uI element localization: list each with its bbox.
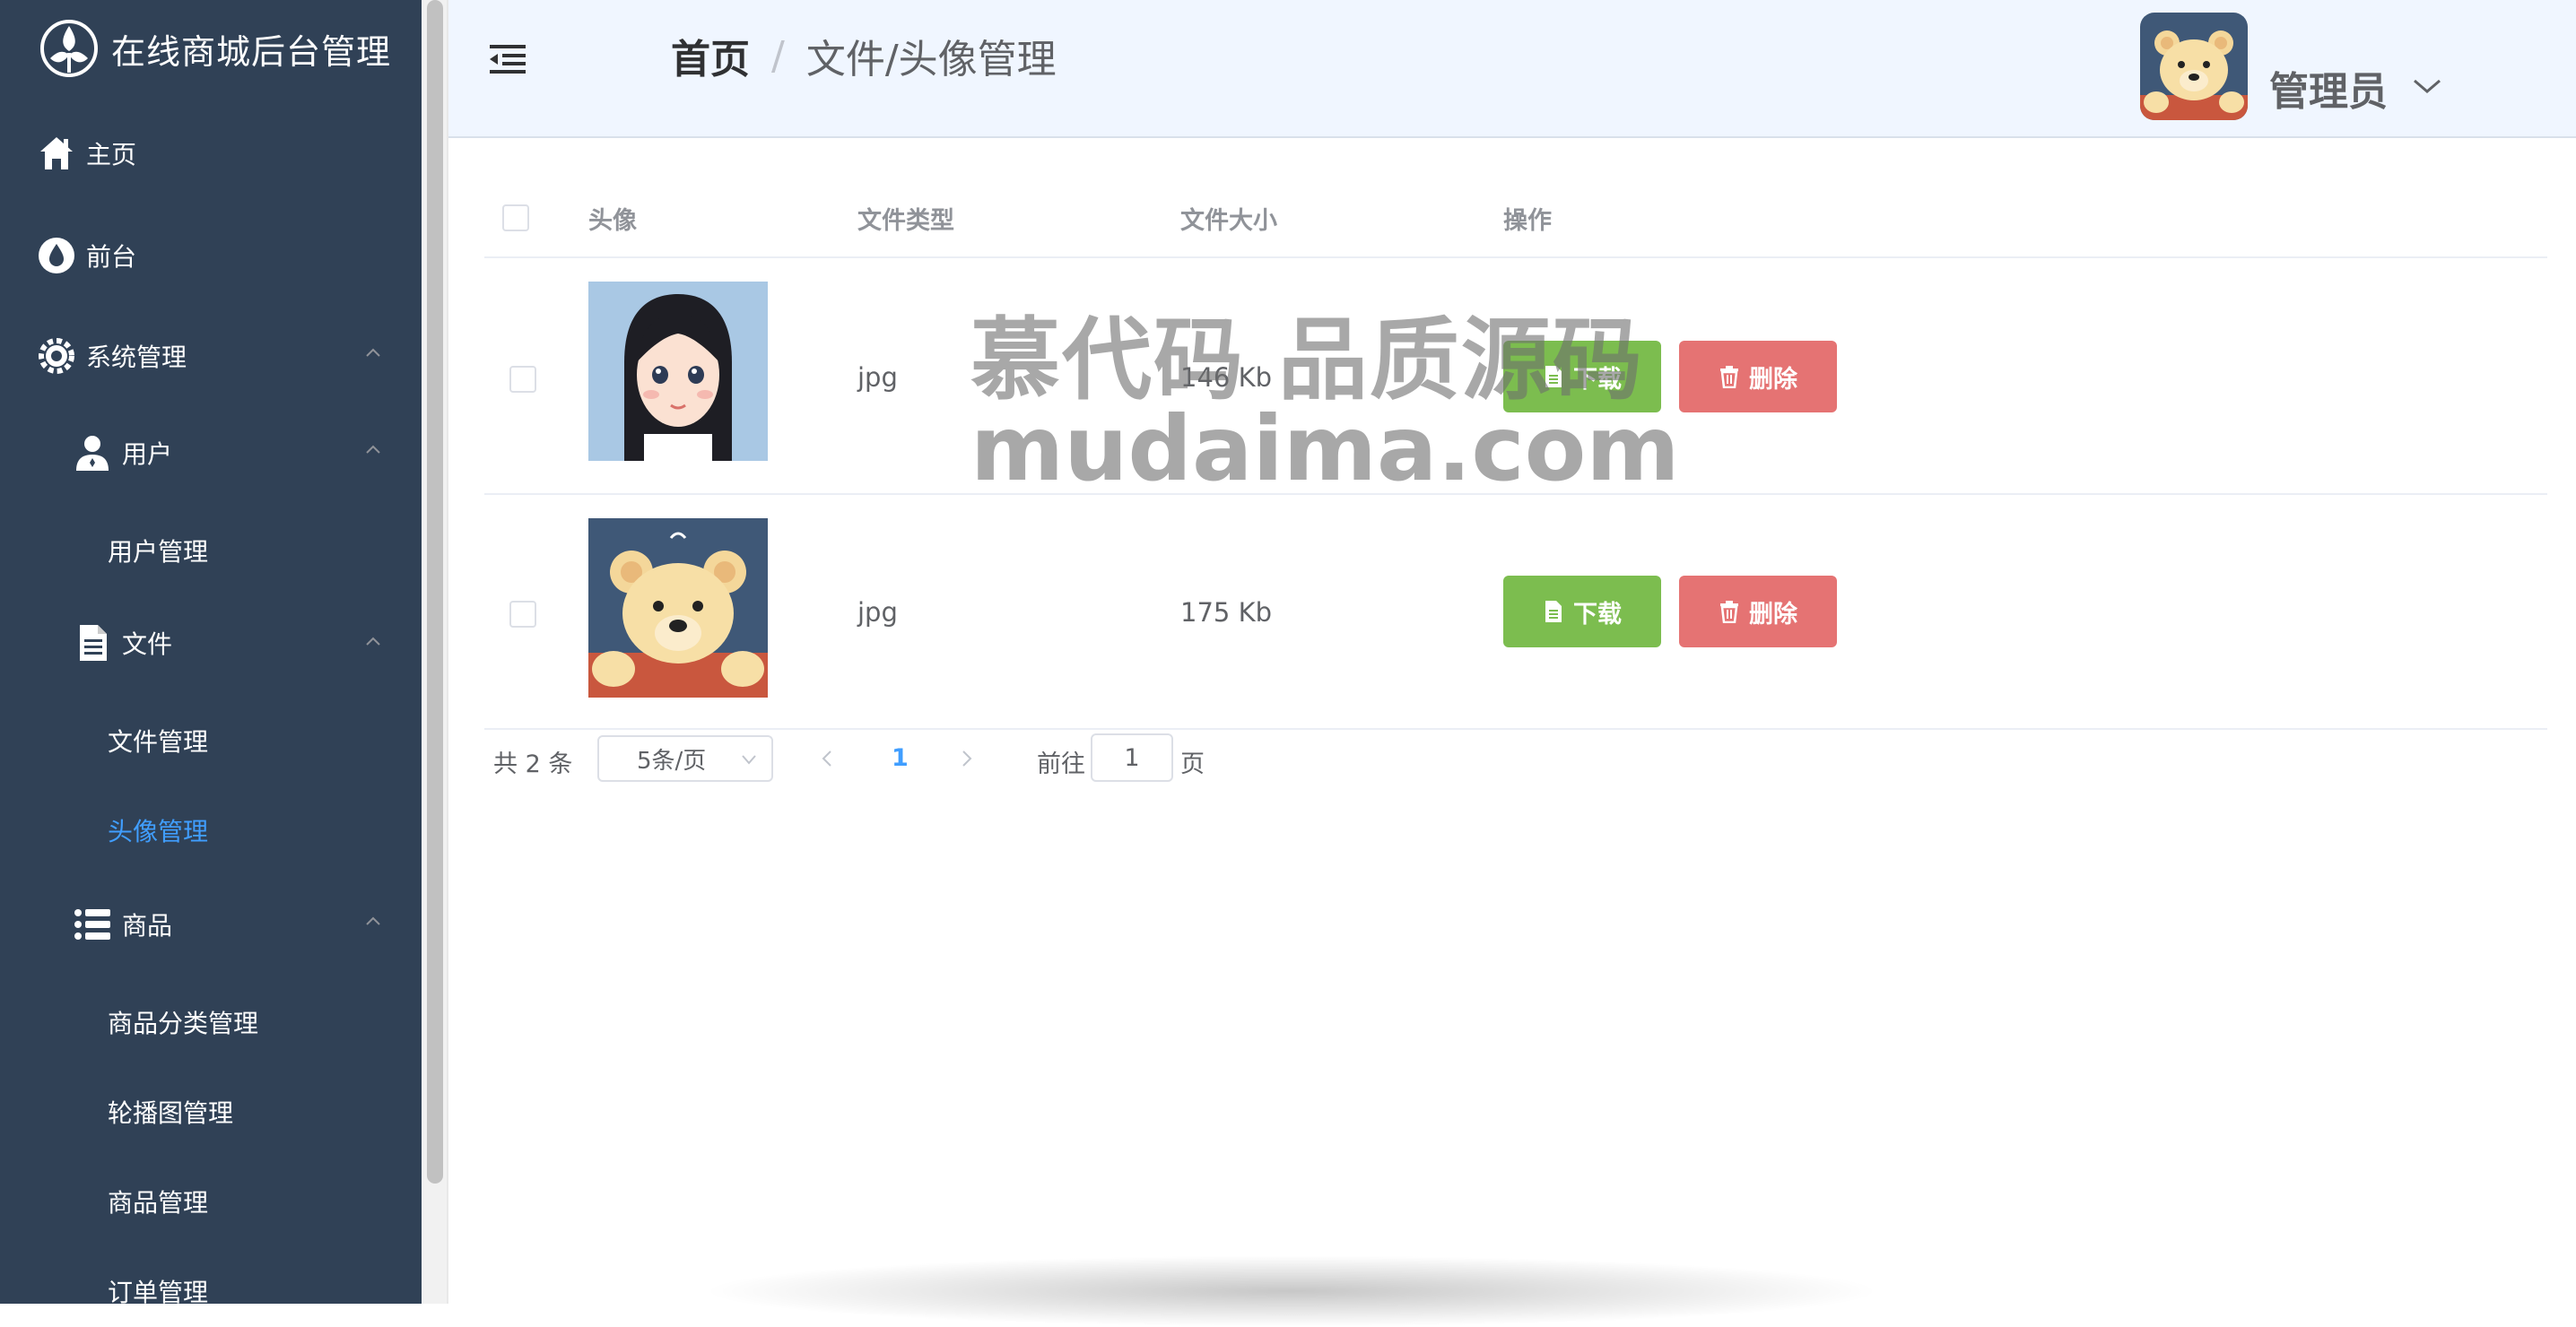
trash-icon [1720, 601, 1738, 623]
delete-button[interactable]: 删除 [1679, 341, 1837, 412]
divider [447, 0, 448, 1304]
bottom-shadow [700, 1255, 1884, 1327]
sidebar-scrollbar-thumb[interactable] [427, 0, 443, 1184]
menu-toggle-icon[interactable] [490, 43, 526, 75]
home-icon [36, 133, 77, 174]
document-icon [72, 622, 113, 664]
goto-page-input[interactable]: 1 [1091, 733, 1173, 782]
file-size: 175 Kb [1180, 597, 1272, 628]
sidebar-item-user-management[interactable]: 用户管理 [108, 533, 208, 568]
chevron-up-icon [366, 348, 380, 357]
file-type: jpg [857, 362, 898, 393]
chevron-down-icon [742, 755, 756, 765]
gear-icon [36, 335, 77, 377]
column-header-actions: 操作 [1503, 207, 1552, 235]
user-icon [72, 432, 113, 473]
page-number[interactable]: 1 [892, 744, 909, 772]
document-icon [1545, 601, 1562, 622]
sidebar-item-label: 文件 [122, 629, 173, 659]
select-all-checkbox[interactable] [502, 204, 529, 231]
sidebar-item-avatar-management[interactable]: 头像管理 [108, 812, 208, 848]
logo-icon [40, 20, 98, 77]
prev-page-icon[interactable] [818, 748, 836, 769]
column-header-size: 文件大小 [1180, 207, 1277, 235]
file-type: jpg [857, 597, 898, 628]
delete-label: 删除 [1749, 365, 1797, 394]
sidebar-item-order-management[interactable]: 订单管理 [108, 1273, 208, 1309]
row-checkbox[interactable] [509, 366, 536, 393]
avatar-thumbnail[interactable] [588, 282, 768, 461]
chevron-up-icon [366, 916, 380, 925]
delete-label: 删除 [1749, 600, 1797, 629]
row-checkbox[interactable] [509, 601, 536, 628]
sidebar-item-label: 系统管理 [86, 343, 187, 372]
chevron-up-icon [366, 445, 380, 454]
chevron-down-icon[interactable] [2411, 75, 2443, 97]
chevron-up-icon [366, 637, 380, 646]
sidebar-item-carousel-management[interactable]: 轮播图管理 [108, 1094, 233, 1130]
breadcrumb-separator: / [771, 32, 785, 79]
avatar-thumbnail[interactable] [588, 518, 768, 698]
sidebar-item-category-management[interactable]: 商品分类管理 [108, 1004, 258, 1040]
sidebar-item-goods[interactable]: 商品 [72, 904, 172, 945]
sidebar-item-label: 前台 [86, 242, 137, 272]
sidebar-item-frontend[interactable]: 前台 [36, 235, 136, 276]
sidebar-item-label: 商品 [122, 911, 173, 941]
brand[interactable]: 在线商城后台管理 [39, 14, 391, 82]
divider [484, 728, 2547, 730]
breadcrumb: 首页 / 文件/头像管理 [671, 27, 1057, 84]
sidebar-item-label: 用户 [122, 439, 173, 469]
app-title: 在线商城后台管理 [111, 31, 392, 72]
sidebar: 在线商城后台管理 主页 前台 系统管理 用户 用户管理 文件 文件管理 头像管理… [0, 0, 422, 1307]
sidebar-item-goods-management[interactable]: 商品管理 [108, 1184, 208, 1219]
download-button[interactable]: 下载 [1503, 576, 1661, 647]
pagination-total: 共 2 条 [493, 750, 573, 778]
drop-icon [36, 235, 77, 276]
breadcrumb-current: 文件/头像管理 [805, 37, 1057, 82]
sidebar-item-home[interactable]: 主页 [36, 133, 136, 174]
delete-button[interactable]: 删除 [1679, 576, 1837, 647]
page-size-value: 5条/页 [637, 747, 707, 775]
sidebar-item-system[interactable]: 系统管理 [36, 335, 187, 377]
goto-suffix: 页 [1180, 750, 1205, 778]
trash-icon [1720, 366, 1738, 388]
column-header-avatar: 头像 [588, 207, 637, 235]
next-page-icon[interactable] [958, 748, 976, 769]
goto-label: 前往 [1037, 750, 1085, 778]
list-icon [72, 904, 113, 945]
sidebar-item-file[interactable]: 文件 [72, 622, 172, 664]
download-label: 下载 [1573, 600, 1622, 629]
page-size-select[interactable]: 5条/页 [597, 735, 773, 782]
watermark-line2: mudaima.com [970, 396, 1680, 501]
breadcrumb-home[interactable]: 首页 [671, 27, 750, 84]
divider [484, 256, 2547, 258]
sidebar-item-user[interactable]: 用户 [72, 432, 172, 473]
sidebar-item-file-management[interactable]: 文件管理 [108, 723, 208, 759]
user-name[interactable]: 管理员 [2269, 59, 2388, 117]
sidebar-item-label: 主页 [86, 140, 137, 169]
column-header-type: 文件类型 [857, 207, 954, 235]
avatar[interactable] [2140, 13, 2248, 120]
